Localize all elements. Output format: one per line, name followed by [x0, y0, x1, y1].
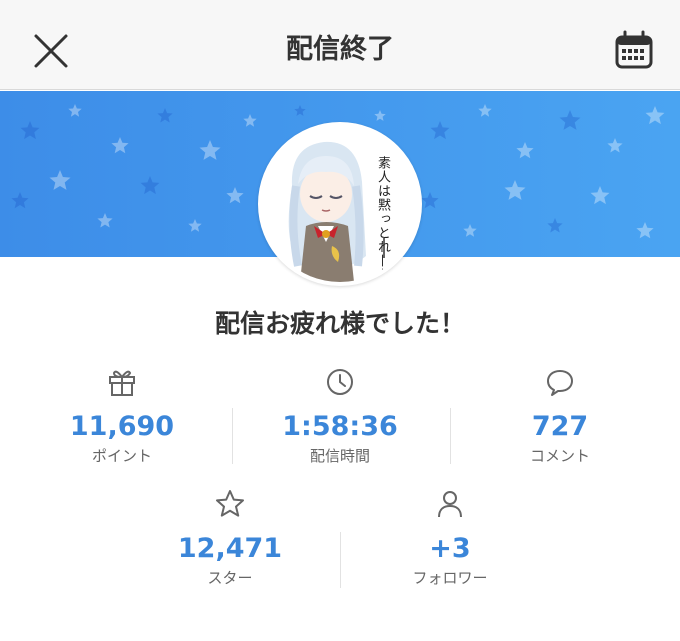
banner-star [645, 106, 665, 125]
stars-value: 12,471 [177, 533, 283, 564]
avatar-illustration [288, 141, 385, 282]
clock-icon [327, 369, 353, 395]
stat-stars: 12,471 スター [160, 488, 300, 588]
banner-star [636, 222, 654, 239]
banner-star [243, 114, 257, 127]
avatar[interactable]: 素人は黙っとれ—— [258, 122, 422, 286]
comments-value: 727 [531, 411, 589, 442]
stat-divider [232, 408, 233, 464]
banner-star [111, 137, 129, 154]
page-title: 配信終了 [286, 34, 394, 65]
banner-star [374, 110, 386, 121]
avatar-caption: 素人は黙っとれ—— [375, 156, 390, 282]
banner-star [188, 219, 202, 232]
person-icon [438, 491, 462, 518]
banner-star [547, 218, 563, 233]
banner-star [20, 121, 40, 140]
banner-star [463, 224, 477, 237]
stat-points: 11,690 ポイント [52, 366, 192, 466]
banner-star [226, 187, 244, 204]
gift-icon [109, 370, 135, 396]
stat-comments: 727 コメント [490, 366, 630, 466]
stat-followers: +3 フォロワー [380, 488, 520, 588]
banner-star [516, 142, 534, 159]
banner-star [49, 170, 71, 190]
stat-divider [340, 532, 341, 588]
duration-value: 1:58:36 [282, 411, 398, 442]
header-bar: 配信終了 [0, 0, 680, 90]
banner-star [199, 140, 221, 160]
points-value: 11,690 [69, 411, 175, 442]
banner-star [590, 186, 610, 205]
banner-star [11, 192, 29, 209]
comment-icon [547, 370, 573, 396]
banner-star [140, 176, 160, 195]
stat-divider [450, 408, 451, 464]
stars-label: スター [207, 569, 253, 587]
banner-star [421, 192, 439, 209]
calendar-button[interactable] [610, 26, 658, 74]
stat-duration: 1:58:36 配信時間 [270, 366, 410, 466]
banner-star [607, 138, 623, 153]
banner-star [559, 110, 581, 130]
star-icon [216, 490, 244, 517]
banner-star [294, 105, 306, 116]
comments-label: コメント [529, 447, 590, 465]
banner-star [504, 180, 526, 200]
followers-value: +3 [429, 533, 471, 564]
calendar-icon [615, 30, 653, 69]
points-label: ポイント [91, 447, 152, 465]
followers-label: フォロワー [412, 569, 488, 587]
banner-star [430, 121, 450, 140]
banner-star [478, 104, 492, 117]
headline: 配信お疲れ様でした！ [214, 309, 465, 338]
banner-star [97, 213, 113, 228]
duration-label: 配信時間 [309, 447, 370, 465]
banner-star [157, 108, 173, 123]
banner-star [68, 104, 82, 117]
